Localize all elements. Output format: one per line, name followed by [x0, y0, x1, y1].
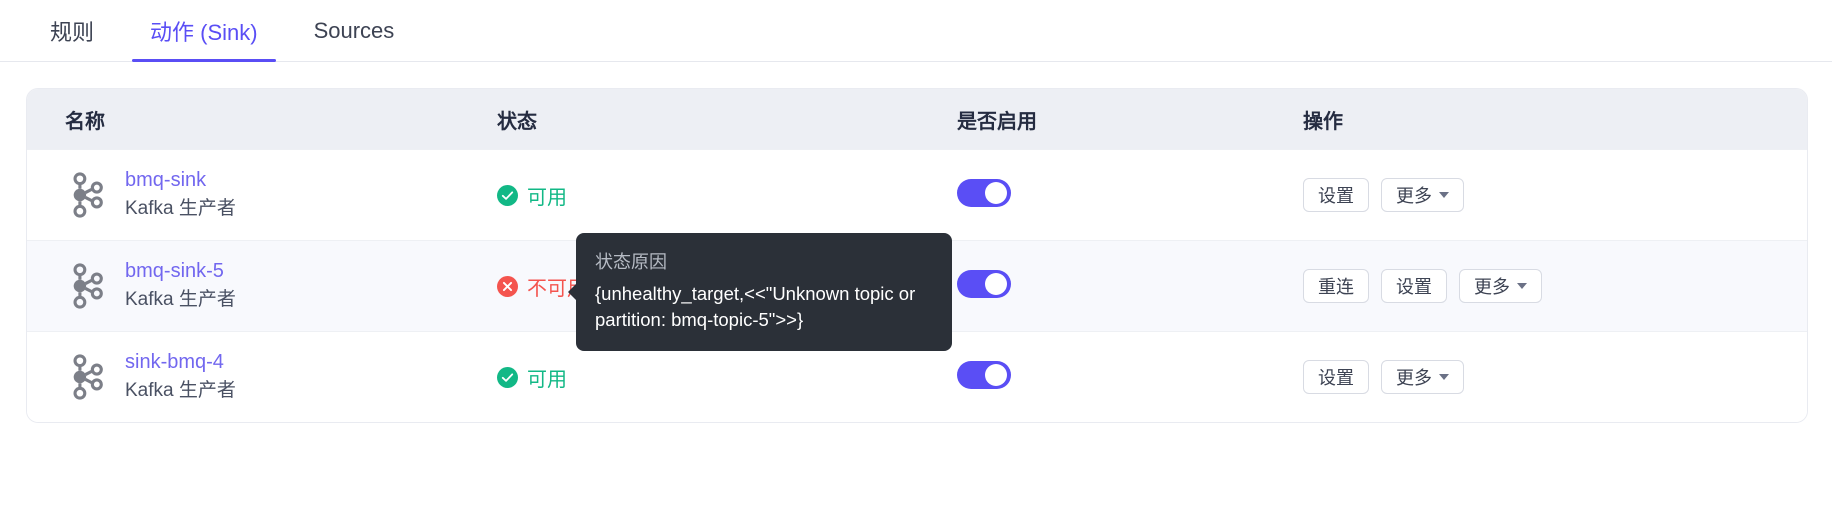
table-header-row: 名称 状态 是否启用 操作: [27, 89, 1807, 149]
reconnect-button-label: 重连: [1318, 277, 1354, 297]
row-enable-cell: [957, 360, 1303, 394]
sink-type-label: Kafka 生产者: [125, 380, 236, 401]
sink-name-link[interactable]: bmq-sink: [125, 166, 236, 194]
row-name-cell: bmq-sink-5 Kafka 生产者: [27, 257, 497, 315]
tab-rules[interactable]: 规则: [22, 0, 122, 62]
chevron-down-icon: [1439, 192, 1449, 198]
status-label: 可用: [527, 368, 567, 391]
check-circle-icon: [497, 366, 518, 388]
error-circle-icon[interactable]: [497, 275, 518, 297]
row-name-text: sink-bmq-4 Kafka 生产者: [125, 348, 236, 406]
check-circle-icon: [497, 184, 518, 206]
more-button[interactable]: 更多: [1381, 178, 1464, 212]
sink-type-label: Kafka 生产者: [125, 198, 236, 219]
column-header-name: 名称: [65, 110, 105, 133]
more-button[interactable]: 更多: [1381, 360, 1464, 394]
settings-button-label: 设置: [1396, 277, 1432, 297]
row-name-text: bmq-sink Kafka 生产者: [125, 166, 236, 224]
enable-toggle[interactable]: [957, 269, 1011, 298]
tab-bar: 规则 动作 (Sink) Sources: [0, 0, 1832, 62]
column-header-enabled: 是否启用: [957, 110, 1037, 133]
sink-management-page: 规则 动作 (Sink) Sources 名称 状态 是否启用 操作 bmq-s…: [0, 0, 1832, 505]
settings-button[interactable]: 设置: [1303, 360, 1369, 394]
more-button-label: 更多: [1396, 368, 1432, 388]
toggle-knob: [985, 181, 1007, 204]
table-row: bmq-sink Kafka 生产者 可用 设置 更多: [27, 149, 1807, 240]
tab-sources-label: Sources: [313, 18, 395, 43]
row-status-cell: 可用: [497, 181, 957, 210]
toggle-knob: [985, 363, 1007, 386]
row-name-cell: bmq-sink Kafka 生产者: [27, 166, 497, 224]
sink-name-link[interactable]: bmq-sink-5: [125, 257, 236, 285]
column-header-status: 状态: [497, 110, 537, 133]
more-button-label: 更多: [1474, 277, 1510, 297]
status-label: 可用: [527, 186, 567, 209]
chevron-down-icon: [1517, 283, 1527, 289]
enable-toggle[interactable]: [957, 178, 1011, 207]
more-button[interactable]: 更多: [1459, 269, 1542, 303]
row-enable-cell: [957, 178, 1303, 212]
sink-name-link[interactable]: sink-bmq-4: [125, 348, 236, 376]
chevron-down-icon: [1439, 374, 1449, 380]
row-enable-cell: [957, 269, 1303, 303]
settings-button-label: 设置: [1318, 368, 1354, 388]
sink-type-label: Kafka 生产者: [125, 289, 236, 310]
reconnect-button[interactable]: 重连: [1303, 269, 1369, 303]
enable-toggle[interactable]: [957, 360, 1011, 389]
kafka-icon: [73, 354, 103, 400]
row-name-text: bmq-sink-5 Kafka 生产者: [125, 257, 236, 315]
status-reason-tooltip: 状态原因 {unhealthy_target,<<"Unknown topic …: [568, 233, 952, 351]
toggle-knob: [985, 272, 1007, 295]
settings-button[interactable]: 设置: [1303, 178, 1369, 212]
row-action-cell: 重连 设置 更多: [1303, 269, 1807, 303]
row-action-cell: 设置 更多: [1303, 178, 1807, 212]
kafka-icon: [73, 172, 103, 218]
tab-actions-sink-label: 动作 (Sink): [150, 20, 258, 45]
tab-sources[interactable]: Sources: [286, 0, 423, 62]
tab-rules-label: 规则: [50, 20, 95, 45]
kafka-icon: [73, 263, 103, 309]
settings-button[interactable]: 设置: [1381, 269, 1447, 303]
tooltip-title: 状态原因: [595, 252, 667, 272]
settings-button-label: 设置: [1318, 186, 1354, 206]
row-name-cell: sink-bmq-4 Kafka 生产者: [27, 348, 497, 406]
column-header-action: 操作: [1303, 110, 1343, 133]
more-button-label: 更多: [1396, 186, 1432, 206]
row-action-cell: 设置 更多: [1303, 360, 1807, 394]
row-status-cell: 可用: [497, 363, 957, 392]
tab-actions-sink[interactable]: 动作 (Sink): [122, 0, 286, 62]
tooltip-body: {unhealthy_target,<<"Unknown topic or pa…: [595, 283, 916, 330]
